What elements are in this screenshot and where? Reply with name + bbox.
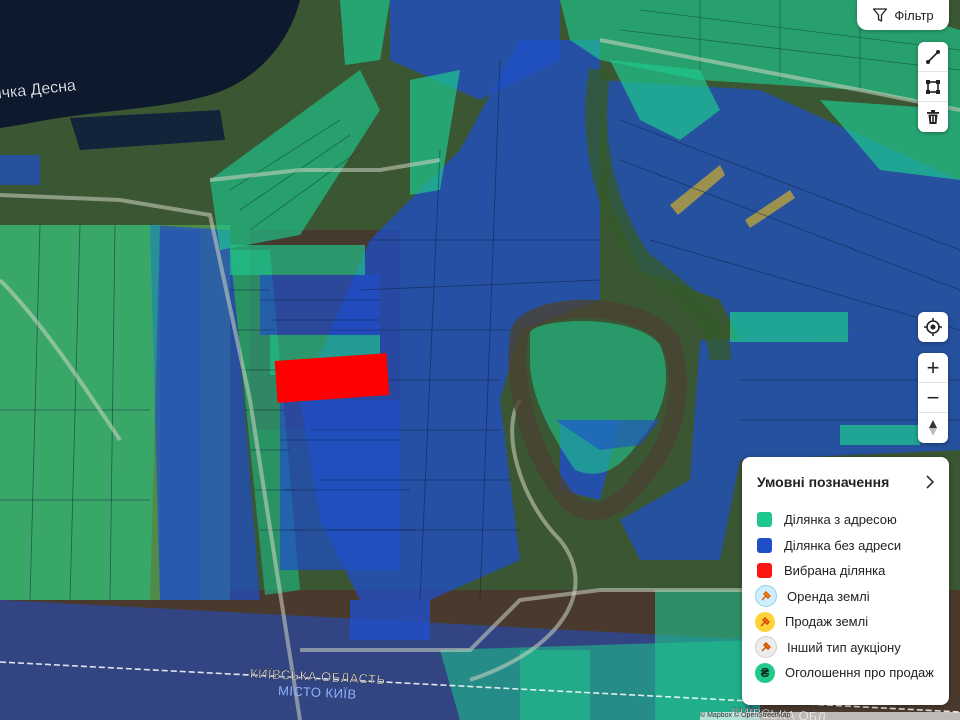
- filter-button[interactable]: Фільтр: [857, 0, 949, 30]
- legend-item-label: Оголошення про продаж: [785, 665, 934, 681]
- compass-button[interactable]: [918, 413, 948, 443]
- crosshair-icon: [924, 318, 942, 336]
- auction-icon: [755, 636, 777, 659]
- navigation-control: + −: [918, 353, 948, 443]
- map-attribution[interactable]: © Mapbox © OpenStreetMap: [700, 712, 960, 720]
- chevron-right-icon: [926, 475, 935, 489]
- funnel-icon: [873, 8, 888, 22]
- zoom-in-button[interactable]: +: [918, 353, 948, 383]
- legend-item-label: Вибрана ділянка: [784, 563, 886, 579]
- legend-item: Вибрана ділянка: [757, 558, 935, 584]
- legend-panel: Умовні позначення Ділянка з адресою Діля…: [742, 457, 949, 705]
- hryvnia-icon: ₴: [755, 662, 775, 683]
- legend-item: Продаж землі: [755, 609, 935, 635]
- polygon-tool-icon: [926, 79, 940, 94]
- polygon-tool-button[interactable]: [918, 72, 948, 102]
- legend-item-label: Оренда землі: [787, 588, 870, 604]
- zoom-out-button[interactable]: −: [918, 383, 948, 413]
- selected-parcel-swatch: [757, 563, 772, 579]
- draw-toolbar: [918, 42, 948, 132]
- legend-item-label: Ділянка з адресою: [784, 512, 897, 528]
- filter-button-label: Фільтр: [894, 7, 934, 23]
- legend-header[interactable]: Умовні позначення: [757, 471, 935, 493]
- with-address-swatch: [757, 512, 772, 528]
- legend-item: Інший тип аукціону: [755, 635, 935, 661]
- without-address-swatch: [757, 537, 772, 553]
- geolocate-button[interactable]: [918, 312, 948, 342]
- compass-icon: [929, 420, 937, 436]
- legend-item: Оренда землі: [755, 584, 935, 610]
- legend-item: Ділянка без адреси: [757, 533, 935, 559]
- delete-shape-button[interactable]: [918, 102, 948, 132]
- line-tool-icon: [926, 49, 940, 64]
- sale-icon: [755, 611, 775, 632]
- legend-item: ₴ Оголошення про продаж: [755, 660, 935, 686]
- line-tool-button[interactable]: [918, 42, 948, 72]
- legend-title: Умовні позначення: [757, 474, 890, 490]
- geolocate-control: [918, 312, 948, 342]
- legend-item-label: Ділянка без адреси: [784, 537, 902, 553]
- legend-item: Ділянка з адресою: [757, 507, 935, 533]
- legend-item-label: Інший тип аукціону: [787, 639, 901, 655]
- trash-icon: [927, 110, 939, 124]
- parcel-with-address: [0, 225, 160, 600]
- rent-icon: [755, 585, 777, 608]
- selected-parcel: [274, 353, 390, 403]
- legend-item-label: Продаж землі: [785, 614, 869, 630]
